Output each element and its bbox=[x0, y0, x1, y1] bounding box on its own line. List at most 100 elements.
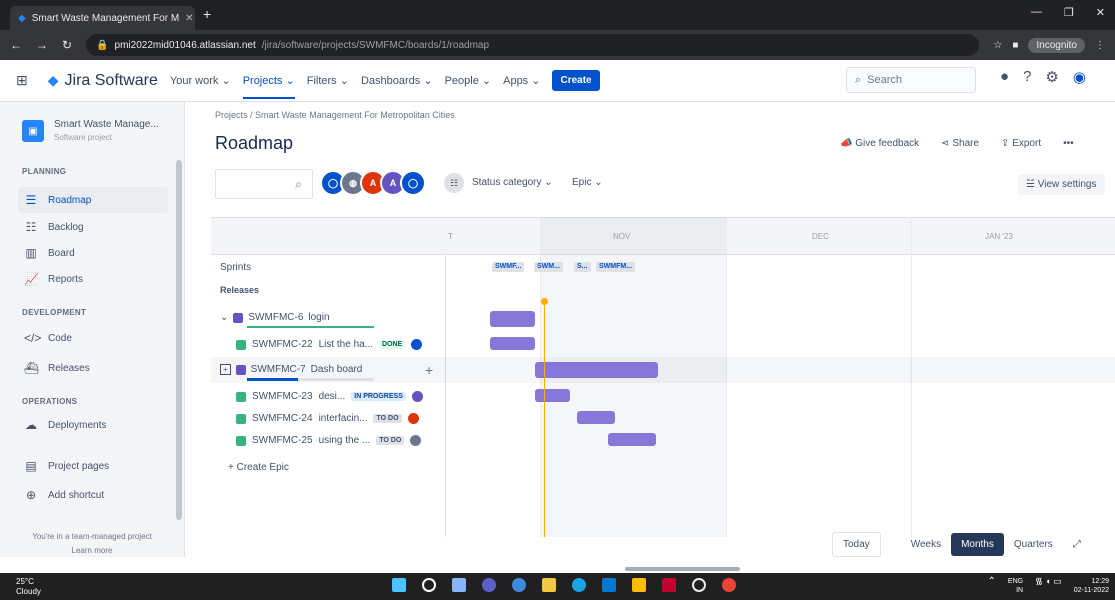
jira-logo[interactable]: ◆ Jira Software bbox=[48, 72, 158, 90]
app-switcher-icon[interactable]: ⊞ bbox=[16, 72, 28, 89]
export-button[interactable]: ⇪ Export bbox=[1001, 138, 1041, 149]
roadmap-search-input[interactable]: ⌕ bbox=[215, 169, 313, 199]
nav-people[interactable]: People ⌄ bbox=[445, 74, 492, 87]
sidebar-item-reports[interactable]: 📈 Reports bbox=[18, 266, 168, 292]
sprint-chip[interactable]: SWMFM... bbox=[596, 262, 636, 272]
issue-bar[interactable] bbox=[535, 389, 570, 402]
url-field[interactable]: 🔒 pmi2022mid01046.atlassian.net/jira/soft… bbox=[86, 34, 980, 56]
avatar[interactable]: ◯ bbox=[400, 170, 426, 196]
clock[interactable]: 12:29 02-11-2022 bbox=[1074, 577, 1109, 595]
tray-chevron-icon[interactable]: ⌃ bbox=[988, 577, 996, 595]
sidebar-item-add-shortcut[interactable]: ⊕ Add shortcut bbox=[18, 482, 168, 508]
fullscreen-icon[interactable]: ⤢ bbox=[1063, 533, 1091, 556]
chrome-icon[interactable] bbox=[722, 578, 736, 592]
create-button[interactable]: Create bbox=[552, 70, 600, 91]
zoom-quarters-button[interactable]: Quarters bbox=[1004, 533, 1063, 556]
assignee-filter-icon[interactable]: ☷ bbox=[444, 173, 464, 193]
epic-bar[interactable] bbox=[490, 311, 535, 327]
issue-bar[interactable] bbox=[490, 337, 535, 350]
sidebar-item-code[interactable]: </> Code bbox=[18, 325, 168, 351]
add-child-issue-icon[interactable]: + bbox=[425, 362, 433, 378]
profile-avatar-icon[interactable]: ◉ bbox=[1073, 68, 1086, 86]
help-icon[interactable]: ? bbox=[1023, 68, 1031, 86]
nav-filters[interactable]: Filters ⌄ bbox=[307, 74, 349, 87]
sidebar-item-releases[interactable]: ⛴ Releases bbox=[18, 355, 168, 381]
issue-row[interactable]: SWMFMC-23 desi... IN PROGRESS bbox=[236, 391, 423, 402]
language-indicator[interactable]: ENG IN bbox=[1008, 577, 1023, 595]
start-icon[interactable] bbox=[392, 578, 406, 592]
status-category-filter[interactable]: Status category ⌄ bbox=[472, 177, 553, 188]
zoom-weeks-button[interactable]: Weeks bbox=[901, 533, 951, 556]
share-button[interactable]: ⋖ Share bbox=[941, 138, 979, 149]
sidebar-item-board[interactable]: ▥ Board bbox=[18, 240, 168, 266]
sprint-chip[interactable]: SWM... bbox=[534, 262, 563, 272]
minimize-icon[interactable]: — bbox=[1031, 6, 1042, 19]
sidebar-item-project-pages[interactable]: ▤ Project pages bbox=[18, 453, 168, 479]
task-view-icon[interactable] bbox=[452, 578, 466, 592]
notification-icon[interactable]: ● bbox=[1000, 68, 1009, 86]
assignee-avatar-icon[interactable] bbox=[407, 413, 419, 424]
learn-more-link[interactable]: Learn more bbox=[22, 544, 162, 558]
assignee-avatar-icon[interactable] bbox=[411, 391, 423, 402]
sidebar-item-roadmap[interactable]: ☰ Roadmap bbox=[18, 187, 168, 213]
assignee-avatar-icon[interactable] bbox=[410, 435, 422, 446]
nav-dashboards[interactable]: Dashboards ⌄ bbox=[361, 74, 433, 87]
wifi-sound-battery-icon[interactable]: ᯾ ◖ ▭ bbox=[1035, 577, 1062, 595]
issue-bar[interactable] bbox=[577, 411, 615, 424]
menu-icon[interactable]: ⋮ bbox=[1095, 40, 1105, 51]
chat-icon[interactable] bbox=[482, 578, 496, 592]
view-settings-button[interactable]: ☱ View settings bbox=[1018, 174, 1105, 195]
breadcrumb[interactable]: Projects / Smart Waste Management For Me… bbox=[215, 110, 455, 120]
collapse-icon[interactable]: ⌄ bbox=[220, 312, 228, 323]
today-button[interactable]: Today bbox=[832, 532, 881, 557]
settings-app-icon[interactable] bbox=[512, 578, 526, 592]
close-tab-icon[interactable]: ✕ bbox=[185, 13, 193, 24]
nav-your-work[interactable]: Your work ⌄ bbox=[170, 74, 231, 87]
epic-row[interactable]: + SWMFMC-7 Dash board bbox=[220, 364, 362, 375]
circle-app-icon[interactable] bbox=[692, 578, 706, 592]
epic-row[interactable]: ⌄ SWMFMC-6 login bbox=[220, 312, 330, 323]
sprint-chip[interactable]: SWMF... bbox=[492, 262, 525, 272]
nav-apps[interactable]: Apps ⌄ bbox=[503, 74, 540, 87]
issue-row[interactable]: SWMFMC-24 interfacin... TO DO bbox=[236, 413, 419, 424]
new-tab-icon[interactable]: + bbox=[203, 6, 211, 22]
story-icon bbox=[236, 413, 246, 424]
issue-row[interactable]: SWMFMC-25 using the ... TO DO bbox=[236, 435, 422, 446]
browser-tab[interactable]: ◆ Smart Waste Management For M ✕ bbox=[10, 6, 195, 30]
extension-icon[interactable]: ■ bbox=[1012, 40, 1018, 51]
epic-bar[interactable] bbox=[535, 362, 658, 378]
timeline-scrollbar[interactable] bbox=[625, 567, 740, 571]
nav-projects[interactable]: Projects ⌄ bbox=[242, 74, 295, 99]
sidebar-scrollbar[interactable] bbox=[176, 160, 182, 520]
system-tray: ⌃ ENG IN ᯾ ◖ ▭ 12:29 02-11-2022 bbox=[988, 577, 1109, 595]
give-feedback-button[interactable]: 📣 Give feedback bbox=[840, 138, 919, 149]
back-icon[interactable]: ← bbox=[10, 38, 22, 52]
create-epic-button[interactable]: + Create Epic bbox=[228, 462, 289, 473]
app-icon[interactable] bbox=[632, 578, 646, 592]
incognito-badge[interactable]: Incognito bbox=[1028, 37, 1085, 53]
edge-icon[interactable] bbox=[572, 578, 586, 592]
search-icon[interactable] bbox=[422, 578, 436, 592]
more-actions-button[interactable]: ••• bbox=[1063, 138, 1074, 149]
weather-widget[interactable]: 25°C Cloudy bbox=[16, 577, 41, 597]
sidebar-item-backlog[interactable]: ☷ Backlog bbox=[18, 214, 168, 240]
sidebar-item-deployments[interactable]: ☁ Deployments bbox=[18, 412, 168, 438]
close-window-icon[interactable]: ✕ bbox=[1096, 6, 1105, 19]
issue-row[interactable]: SWMFMC-22 List the ha... DONE bbox=[236, 339, 423, 350]
file-explorer-icon[interactable] bbox=[542, 578, 556, 592]
search-input[interactable]: ⌕ Search bbox=[846, 67, 976, 93]
restore-icon[interactable]: ❐ bbox=[1064, 6, 1074, 19]
project-header[interactable]: ▣ Smart Waste Manage... Software project bbox=[22, 118, 159, 144]
settings-gear-icon[interactable]: ⚙ bbox=[1045, 68, 1058, 86]
reload-icon[interactable]: ↻ bbox=[62, 38, 72, 52]
store-icon[interactable] bbox=[602, 578, 616, 592]
forward-icon[interactable]: → bbox=[36, 38, 48, 52]
mcafee-icon[interactable] bbox=[662, 578, 676, 592]
assignee-avatar-icon[interactable] bbox=[411, 339, 423, 350]
zoom-months-button[interactable]: Months bbox=[951, 533, 1004, 556]
star-icon[interactable]: ☆ bbox=[993, 40, 1002, 51]
epic-filter[interactable]: Epic ⌄ bbox=[572, 177, 603, 188]
expand-icon[interactable]: + bbox=[220, 364, 231, 375]
sprint-chip[interactable]: S... bbox=[574, 262, 591, 272]
issue-bar[interactable] bbox=[608, 433, 656, 446]
